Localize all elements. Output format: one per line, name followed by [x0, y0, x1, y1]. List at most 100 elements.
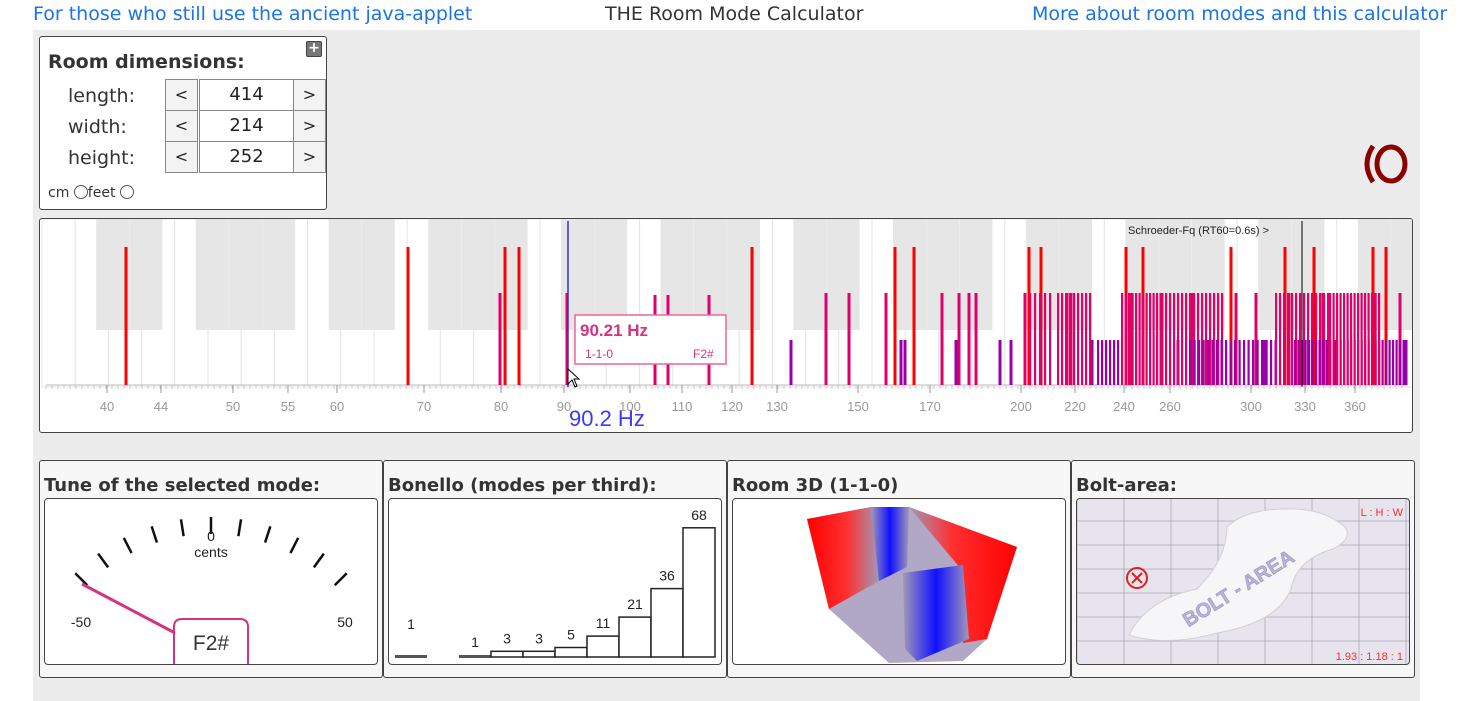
width-decrease-button[interactable]: <: [165, 110, 198, 142]
room-mode-bar[interactable]: [1297, 340, 1300, 385]
room-mode-bar[interactable]: [124, 247, 128, 385]
room-mode-bar[interactable]: [1404, 340, 1408, 385]
room-mode-bar[interactable]: [1388, 340, 1391, 385]
room-mode-bar[interactable]: [1336, 293, 1339, 385]
unit-cm-radio[interactable]: [73, 185, 88, 199]
room-mode-bar[interactable]: [1169, 293, 1172, 385]
height-decrease-button[interactable]: <: [165, 141, 198, 173]
mode-spectrum[interactable]: Schroeder-Fq (RT60=0.6s) > 40 44 50 55 60 70 8…: [39, 218, 1413, 433]
room-mode-bar[interactable]: [1177, 293, 1180, 385]
room-mode-bar[interactable]: [1135, 293, 1138, 385]
room-mode-bar[interactable]: [1270, 340, 1273, 385]
room-mode-bar[interactable]: [1173, 293, 1176, 385]
room-mode-bar[interactable]: [1399, 340, 1402, 385]
room-mode-bar[interactable]: [406, 247, 410, 385]
room-mode-bar[interactable]: [1350, 293, 1353, 385]
room-mode-bar[interactable]: [912, 247, 916, 385]
expand-button[interactable]: +: [306, 41, 322, 57]
room-mode-bar[interactable]: [1085, 293, 1088, 385]
room-mode-bar[interactable]: [1385, 340, 1388, 385]
room-mode-bar[interactable]: [824, 293, 828, 385]
room-mode-bar[interactable]: [967, 293, 971, 385]
room-mode-bar[interactable]: [1023, 293, 1027, 385]
room-mode-bar[interactable]: [903, 340, 907, 385]
room-mode-bar[interactable]: [1291, 293, 1294, 385]
room-mode-bar[interactable]: [1364, 293, 1367, 385]
room-mode-bar[interactable]: [1121, 293, 1124, 385]
room-mode-bar[interactable]: [1238, 340, 1241, 385]
room-mode-bar[interactable]: [1304, 340, 1307, 385]
length-input[interactable]: 414: [199, 79, 294, 111]
room-mode-bar[interactable]: [517, 247, 521, 385]
room-mode-bar[interactable]: [884, 293, 888, 385]
room-mode-bar[interactable]: [1145, 293, 1148, 385]
room-mode-bar[interactable]: [1105, 340, 1108, 385]
room-mode-bar[interactable]: [1159, 293, 1162, 385]
room-mode-bar[interactable]: [1198, 340, 1201, 385]
room-mode-bar[interactable]: [1101, 340, 1104, 385]
room-mode-bar[interactable]: [1275, 293, 1278, 385]
room-mode-bar[interactable]: [1252, 340, 1255, 385]
room-mode-bar[interactable]: [1339, 293, 1342, 385]
room-mode-bar[interactable]: [1402, 340, 1405, 385]
room-mode-bar[interactable]: [1185, 293, 1188, 385]
room-mode-bar[interactable]: [1346, 293, 1349, 385]
room-mode-bar[interactable]: [1073, 293, 1076, 385]
room-mode-bar[interactable]: [1142, 293, 1145, 385]
width-input[interactable]: 214: [199, 110, 294, 142]
room-mode-bar[interactable]: [1205, 293, 1208, 385]
room-mode-bar[interactable]: [1044, 293, 1047, 385]
room-mode-bar[interactable]: [1332, 293, 1335, 385]
room-mode-bar[interactable]: [1081, 293, 1084, 385]
room-mode-bar[interactable]: [847, 293, 851, 385]
room-mode-bar[interactable]: [1065, 293, 1068, 385]
room-mode-bar[interactable]: [1149, 293, 1152, 385]
room-mode-bar[interactable]: [1039, 293, 1042, 385]
room-mode-bar[interactable]: [1189, 340, 1192, 385]
length-increase-button[interactable]: >: [293, 79, 326, 111]
room-mode-bar[interactable]: [1315, 340, 1318, 385]
room-mode-bar[interactable]: [1049, 293, 1052, 385]
room-mode-bar[interactable]: [1329, 293, 1332, 385]
room-mode-bar[interactable]: [1034, 293, 1037, 385]
height-input[interactable]: 252: [199, 141, 294, 173]
room-mode-bar[interactable]: [1229, 340, 1232, 385]
more-about-link[interactable]: More about room modes and this calculato…: [1032, 3, 1447, 25]
room-mode-bar[interactable]: [1392, 340, 1395, 385]
room-mode-bar[interactable]: [1234, 340, 1237, 385]
room-mode-bar[interactable]: [1367, 293, 1370, 385]
room-mode-bar[interactable]: [1308, 340, 1311, 385]
room-mode-bar[interactable]: [940, 293, 944, 385]
room-mode-bar[interactable]: [1353, 293, 1356, 385]
room-mode-bar[interactable]: [1109, 340, 1112, 385]
room-mode-bar[interactable]: [1165, 293, 1168, 385]
room-mode-bar[interactable]: [1089, 293, 1092, 385]
room-mode-bar[interactable]: [1283, 293, 1286, 385]
room-mode-bar[interactable]: [1029, 293, 1032, 385]
room3d-view[interactable]: [732, 498, 1066, 665]
room-mode-bar[interactable]: [1371, 293, 1374, 385]
room-mode-bar[interactable]: [1138, 293, 1141, 385]
room-mode-bar[interactable]: [1322, 340, 1325, 385]
room-mode-bar[interactable]: [1294, 340, 1297, 385]
room-mode-bar[interactable]: [1113, 340, 1116, 385]
room-mode-bar[interactable]: [1128, 293, 1131, 385]
room-mode-bar[interactable]: [1378, 293, 1381, 385]
room-mode-bar[interactable]: [1220, 340, 1223, 385]
room-mode-bar[interactable]: [1287, 293, 1290, 385]
room-mode-bar[interactable]: [1077, 293, 1080, 385]
room-mode-bar[interactable]: [974, 293, 978, 385]
width-increase-button[interactable]: >: [293, 110, 326, 142]
room-mode-bar[interactable]: [1097, 340, 1100, 385]
room-mode-bar[interactable]: [1156, 293, 1159, 385]
room-mode-bar[interactable]: [1243, 340, 1246, 385]
room-mode-bar[interactable]: [1318, 340, 1321, 385]
room-mode-bar[interactable]: [1009, 340, 1013, 385]
room-mode-bar[interactable]: [498, 293, 502, 385]
room-mode-bar[interactable]: [957, 293, 961, 385]
room-mode-bar[interactable]: [1279, 293, 1282, 385]
spectrum-chart[interactable]: Schroeder-Fq (RT60=0.6s) > 40 44 50 55 60 70 8…: [40, 219, 1413, 433]
length-decrease-button[interactable]: <: [165, 79, 198, 111]
room-mode-bar[interactable]: [1265, 340, 1268, 385]
room-mode-bar[interactable]: [1360, 293, 1363, 385]
